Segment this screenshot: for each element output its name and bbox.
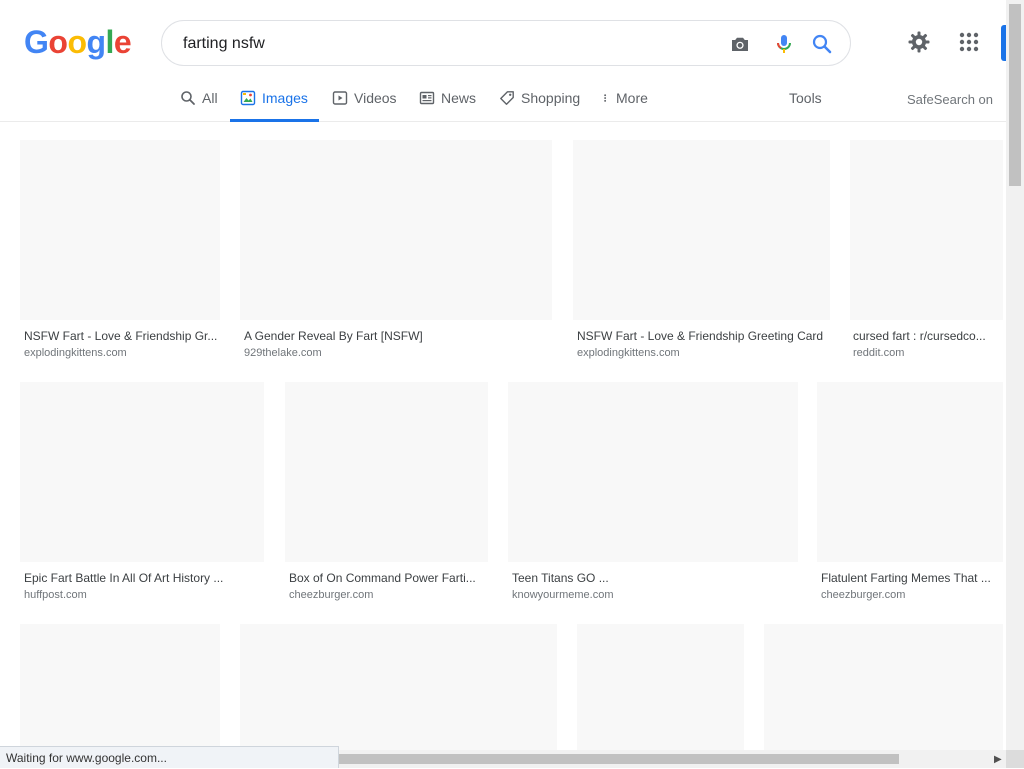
search-icon — [181, 91, 195, 105]
status-bar: Waiting for www.google.com... — [0, 746, 339, 768]
vertical-scrollbar[interactable] — [1006, 0, 1024, 750]
result-title[interactable]: NSFW Fart - Love & Friendship Greeting C… — [577, 328, 829, 344]
more-vert-icon — [604, 94, 607, 102]
tab-videos[interactable]: Videos — [332, 82, 397, 119]
horizontal-scrollbar[interactable]: ▶ — [339, 750, 1006, 768]
result-title[interactable]: A Gender Reveal By Fart [NSFW] — [244, 328, 544, 344]
search-box — [161, 20, 851, 66]
tab-more[interactable]: More — [602, 82, 648, 119]
tab-all[interactable]: All — [180, 82, 218, 119]
search-input[interactable] — [181, 31, 705, 57]
safesearch-toggle[interactable]: SafeSearch on — [907, 92, 993, 107]
tab-images[interactable]: Images — [230, 82, 319, 122]
result-source[interactable]: cheezburger.com — [289, 588, 483, 602]
result-thumbnail[interactable] — [508, 382, 798, 562]
result-thumbnail[interactable] — [817, 382, 1003, 562]
result-source[interactable]: explodingkittens.com — [577, 346, 829, 360]
horizontal-scroll-thumb[interactable] — [339, 754, 899, 764]
result-source[interactable]: cheezburger.com — [821, 588, 997, 602]
result-thumbnail[interactable] — [764, 624, 1003, 750]
result-source[interactable]: 929thelake.com — [244, 346, 544, 360]
tab-shopping[interactable]: Shopping — [499, 82, 580, 119]
logo-letter: o — [67, 24, 87, 60]
result-source[interactable]: huffpost.com — [24, 588, 234, 602]
tag-icon — [500, 91, 514, 105]
result-thumbnail[interactable] — [240, 624, 557, 750]
result-title[interactable]: Epic Fart Battle In All Of Art History .… — [24, 570, 234, 586]
tab-label: Videos — [354, 90, 397, 106]
apps-grid-icon[interactable] — [957, 30, 981, 54]
result-title[interactable]: NSFW Fart - Love & Friendship Gr... — [24, 328, 218, 344]
result-thumbnail[interactable] — [20, 624, 220, 750]
tab-label: More — [616, 90, 648, 106]
result-thumbnail[interactable] — [850, 140, 1003, 320]
scrollbar-corner — [1006, 750, 1024, 768]
logo-letter: G — [24, 24, 49, 60]
result-thumbnail[interactable] — [20, 140, 220, 320]
result-title[interactable]: cursed fart : r/cursedco... — [853, 328, 995, 344]
result-source[interactable]: reddit.com — [853, 346, 995, 360]
logo-letter: l — [105, 24, 115, 60]
result-thumbnail[interactable] — [573, 140, 830, 320]
result-thumbnail[interactable] — [240, 140, 552, 320]
camera-icon[interactable] — [728, 32, 752, 56]
tab-label: All — [202, 90, 218, 106]
result-title[interactable]: Teen Titans GO ... — [512, 570, 712, 586]
result-source[interactable]: knowyourmeme.com — [512, 588, 712, 602]
tab-news[interactable]: News — [419, 82, 476, 119]
logo-letter: o — [48, 24, 68, 60]
search-icon[interactable] — [810, 32, 834, 56]
gear-icon[interactable] — [907, 30, 931, 54]
result-title[interactable]: Flatulent Farting Memes That ... — [821, 570, 997, 586]
tab-label: News — [441, 90, 477, 106]
result-source[interactable]: explodingkittens.com — [24, 346, 218, 360]
logo-letter: e — [113, 24, 132, 60]
tools-button[interactable]: Tools — [789, 90, 822, 106]
microphone-icon[interactable] — [772, 32, 796, 56]
tab-label: Images — [262, 90, 308, 106]
result-title[interactable]: Box of On Command Power Farti... — [289, 570, 483, 586]
result-thumbnail[interactable] — [285, 382, 488, 562]
logo-letter: g — [86, 24, 106, 60]
image-icon — [240, 90, 256, 106]
search-tabs: All Images Videos News Shopping More — [0, 82, 1006, 122]
news-icon — [419, 91, 435, 105]
tab-label: Shopping — [521, 90, 581, 106]
video-icon — [332, 91, 348, 105]
vertical-scroll-thumb[interactable] — [1009, 4, 1021, 186]
result-thumbnail[interactable] — [577, 624, 744, 750]
scroll-right-arrow-icon[interactable]: ▶ — [994, 754, 1002, 765]
google-logo[interactable]: Google — [24, 22, 132, 62]
header: Google farting nsfw All Images Videos Ne… — [0, 0, 1007, 122]
result-thumbnail[interactable] — [20, 382, 264, 562]
